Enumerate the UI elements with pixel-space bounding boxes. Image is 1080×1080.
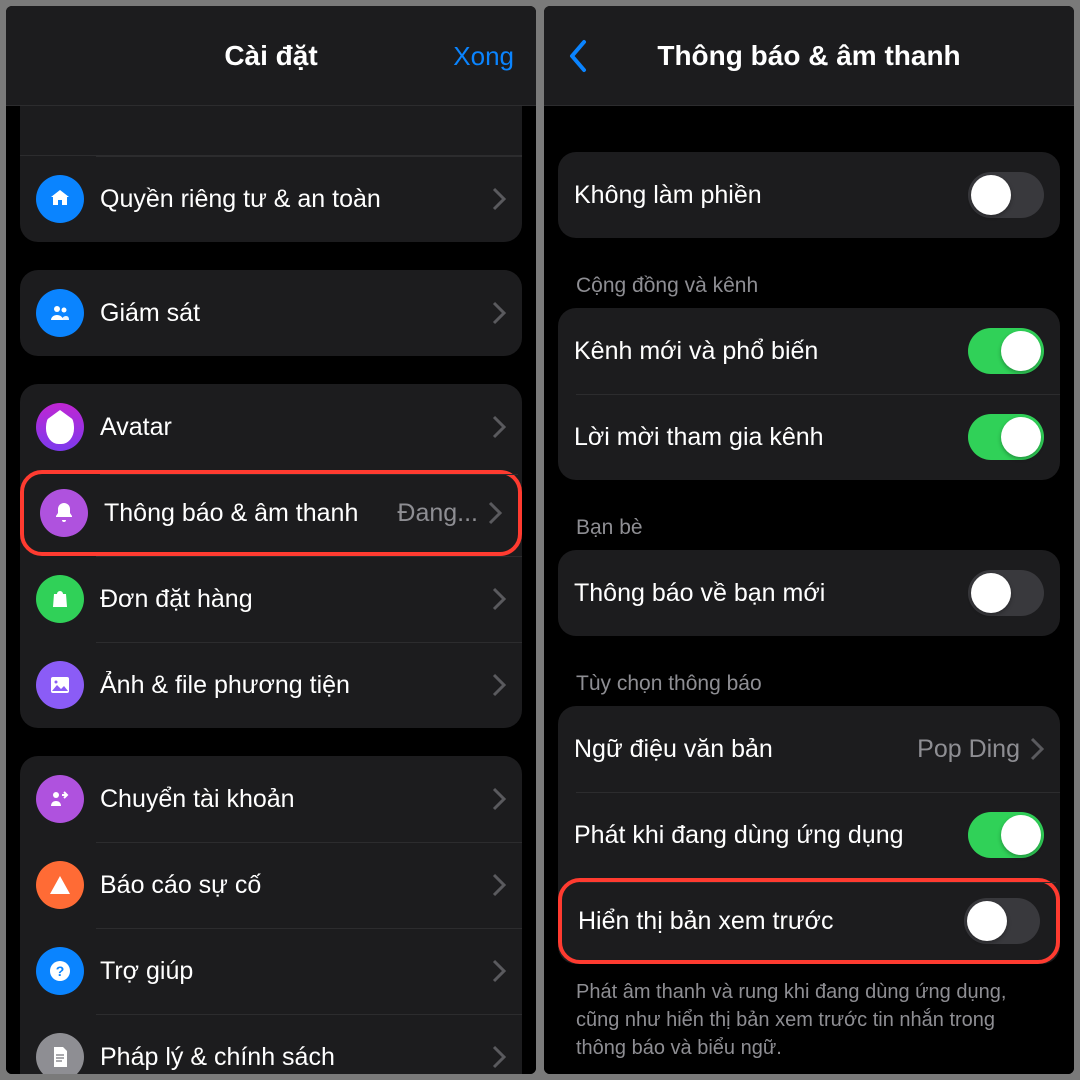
row-privacy[interactable]: Quyền riêng tư & an toàn	[20, 156, 522, 242]
row-preview[interactable]: Hiển thị bản xem trước	[558, 878, 1060, 964]
svg-text:?: ?	[56, 963, 65, 979]
back-button[interactable]	[566, 38, 588, 74]
document-icon	[36, 1033, 84, 1074]
settings-screen: Cài đặt Xong Quyền riêng tư & an toàn	[6, 6, 536, 1074]
row-detail: Đang...	[397, 499, 478, 528]
image-icon	[36, 661, 84, 709]
people-icon	[36, 289, 84, 337]
chevron-right-icon	[488, 501, 502, 525]
row-notifications[interactable]: Thông báo & âm thanh Đang...	[20, 470, 522, 556]
chevron-right-icon	[492, 415, 506, 439]
chevron-right-icon	[492, 301, 506, 325]
notifications-screen: Thông báo & âm thanh Không làm phiền Cộn…	[544, 6, 1074, 1074]
row-label: Ảnh & file phương tiện	[100, 671, 492, 700]
help-icon: ?	[36, 947, 84, 995]
toggle-preview[interactable]	[964, 898, 1040, 944]
chevron-right-icon	[492, 873, 506, 897]
toggle-new-popular[interactable]	[968, 328, 1044, 374]
switch-account-icon	[36, 775, 84, 823]
row-new-popular[interactable]: Kênh mới và phổ biến	[558, 308, 1060, 394]
row-orders[interactable]: Đơn đặt hàng	[20, 556, 522, 642]
row-invites[interactable]: Lời mời tham gia kênh	[558, 394, 1060, 480]
warning-icon	[36, 861, 84, 909]
row-label: Kênh mới và phổ biến	[574, 337, 968, 366]
row-detail: Pop Ding	[917, 735, 1020, 764]
row-label: Avatar	[100, 413, 492, 442]
row-text-tone[interactable]: Ngữ điệu văn bản Pop Ding	[558, 706, 1060, 792]
row-label: Thông báo & âm thanh	[104, 499, 397, 528]
row-label: Chuyển tài khoản	[100, 785, 492, 814]
row-legal[interactable]: Pháp lý & chính sách	[20, 1014, 522, 1074]
row-label: Đơn đặt hàng	[100, 585, 492, 614]
row-label: Phát khi đang dùng ứng dụng	[574, 821, 968, 850]
chevron-right-icon	[1030, 737, 1044, 761]
toggle-dnd[interactable]	[968, 172, 1044, 218]
done-button[interactable]: Xong	[453, 41, 514, 72]
row-label: Hiển thị bản xem trước	[578, 907, 964, 936]
section-header-community: Cộng đồng và kênh	[558, 274, 1060, 308]
chevron-right-icon	[492, 673, 506, 697]
row-label: Giám sát	[100, 299, 492, 328]
chevron-right-icon	[492, 587, 506, 611]
toggle-inapp-sound[interactable]	[968, 812, 1044, 858]
bag-icon	[36, 575, 84, 623]
row-avatar[interactable]: Avatar	[20, 384, 522, 470]
chevron-right-icon	[492, 1045, 506, 1069]
bell-icon	[40, 489, 88, 537]
section-header-friends: Bạn bè	[558, 516, 1060, 550]
chevron-right-icon	[492, 787, 506, 811]
row-switch-account[interactable]: Chuyển tài khoản	[20, 756, 522, 842]
row-media[interactable]: Ảnh & file phương tiện	[20, 642, 522, 728]
row-label: Thông báo về bạn mới	[574, 579, 968, 608]
row-label: Pháp lý & chính sách	[100, 1043, 492, 1072]
toggle-invites[interactable]	[968, 414, 1044, 460]
row-label: Báo cáo sự cố	[100, 871, 492, 900]
navbar: Thông báo & âm thanh	[544, 6, 1074, 106]
row-help[interactable]: ? Trợ giúp	[20, 928, 522, 1014]
row-supervision[interactable]: Giám sát	[20, 270, 522, 356]
page-title: Cài đặt	[224, 40, 317, 72]
avatar-icon	[36, 403, 84, 451]
section-header-opts: Tùy chọn thông báo	[558, 672, 1060, 706]
chevron-right-icon	[492, 959, 506, 983]
footer-text: Phát âm thanh và rung khi đang dùng ứng …	[558, 964, 1060, 1062]
row-report[interactable]: Báo cáo sự cố	[20, 842, 522, 928]
row-label: Quyền riêng tư & an toàn	[100, 185, 492, 214]
navbar: Cài đặt Xong	[6, 6, 536, 106]
row-label: Trợ giúp	[100, 957, 492, 986]
row-inapp-sound[interactable]: Phát khi đang dùng ứng dụng	[558, 792, 1060, 878]
row-label: Không làm phiền	[574, 181, 968, 210]
shield-house-icon	[36, 175, 84, 223]
row-friend-notify[interactable]: Thông báo về bạn mới	[558, 550, 1060, 636]
chevron-right-icon	[492, 187, 506, 211]
row-dnd[interactable]: Không làm phiền	[558, 152, 1060, 238]
row-label: Ngữ điệu văn bản	[574, 735, 917, 764]
toggle-friend-notify[interactable]	[968, 570, 1044, 616]
page-title: Thông báo & âm thanh	[657, 40, 960, 72]
row-label: Lời mời tham gia kênh	[574, 423, 968, 452]
